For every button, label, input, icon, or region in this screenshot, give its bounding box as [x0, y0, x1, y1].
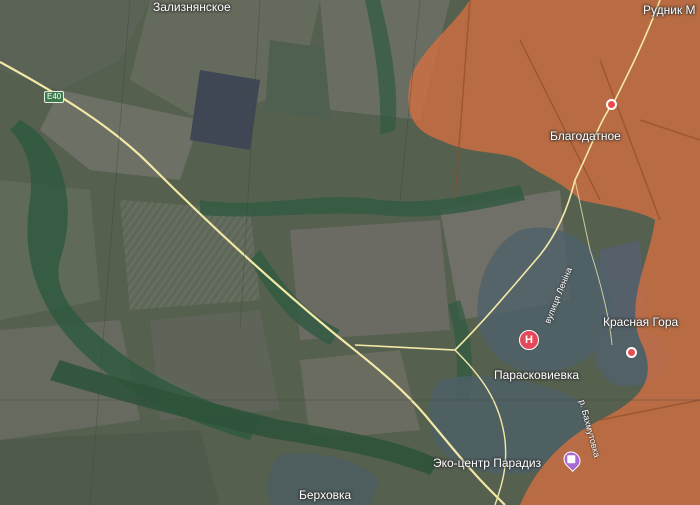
- hospital-icon[interactable]: H: [519, 330, 539, 350]
- place-label-eko-centr[interactable]: Эко-центр Парадиз: [433, 456, 541, 470]
- place-label-paraskovievka[interactable]: Парасковиевка: [494, 368, 579, 382]
- road-shield-e40: E40: [44, 91, 65, 103]
- place-label-krasnaya-gora[interactable]: Красная Гора: [603, 315, 678, 329]
- place-label-blagodatnoe[interactable]: Благодатное: [550, 129, 621, 143]
- map-view[interactable]: E40 Зализнянское Рудник М Благодатное Кр…: [0, 0, 700, 505]
- place-label-rudnik[interactable]: Рудник М: [643, 3, 696, 17]
- place-label-berhovka[interactable]: Берховка: [299, 488, 351, 502]
- settlement-marker-blagodatnoe[interactable]: [606, 99, 617, 110]
- settlement-marker-krasnaya-gora[interactable]: [626, 347, 637, 358]
- place-label-zaliznyanskoe[interactable]: Зализнянское: [153, 0, 231, 14]
